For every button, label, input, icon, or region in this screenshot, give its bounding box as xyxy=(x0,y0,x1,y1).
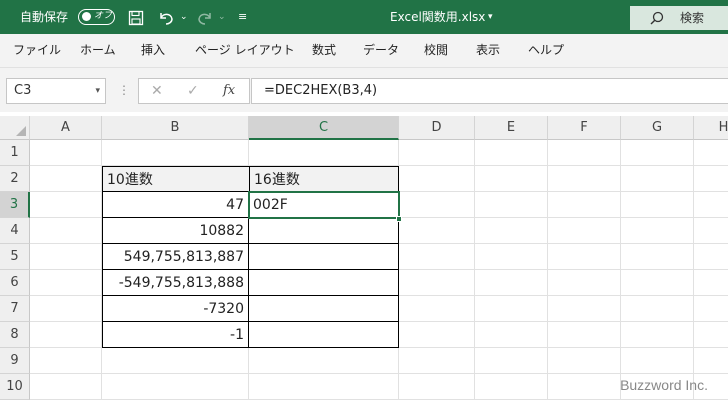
formula-bar-area: C3 ▾ ⋮ ✕ ✓ fx =DEC2HEX(B3,4) xyxy=(0,68,728,112)
formula-input[interactable]: =DEC2HEX(B3,4) xyxy=(251,78,728,104)
column-header-a[interactable]: A xyxy=(30,116,102,140)
file-name: Excel関数用.xlsx xyxy=(390,10,486,24)
name-box[interactable]: C3 ▾ xyxy=(6,78,106,104)
fx-icon[interactable]: fx xyxy=(223,79,235,103)
column-header-d[interactable]: D xyxy=(399,116,475,140)
tab-formulas[interactable]: 数式 xyxy=(312,34,336,66)
tab-insert[interactable]: 挿入 xyxy=(141,34,165,66)
cell-c4[interactable] xyxy=(249,218,399,244)
undo-dropdown-icon[interactable]: ⌄ xyxy=(180,0,188,34)
column-header-b[interactable]: B xyxy=(102,116,249,140)
column-header-g[interactable]: G xyxy=(621,116,694,140)
tab-data[interactable]: データ xyxy=(363,34,399,66)
tab-home[interactable]: ホーム xyxy=(80,34,116,66)
enter-icon[interactable]: ✓ xyxy=(187,79,199,103)
redo-icon[interactable] xyxy=(196,0,214,34)
row-header-2[interactable]: 2 xyxy=(0,166,30,192)
ribbon-tabs: ファイル ホーム 挿入 ページ レイアウト 数式 データ 校閲 表示 ヘルプ xyxy=(0,34,728,68)
cell-b7[interactable]: -7320 xyxy=(102,296,249,322)
customize-icon[interactable]: ≡ xyxy=(238,0,247,34)
column-header-e[interactable]: E xyxy=(475,116,548,140)
formula-text: =DEC2HEX(B3,4) xyxy=(264,83,378,98)
name-box-value: C3 xyxy=(14,83,32,98)
row-header-1[interactable]: 1 xyxy=(0,140,30,166)
save-icon[interactable] xyxy=(128,0,144,34)
redo-dropdown-icon[interactable]: ⌄ xyxy=(218,0,226,34)
cell-b6[interactable]: -549,755,813,888 xyxy=(102,270,249,296)
name-box-dropdown-icon[interactable]: ▾ xyxy=(95,79,100,103)
select-all-corner[interactable] xyxy=(0,116,30,140)
tab-page-layout[interactable]: ページ レイアウト xyxy=(195,34,295,66)
tab-help[interactable]: ヘルプ xyxy=(528,34,564,66)
cell-c2[interactable]: 16進数 xyxy=(249,166,399,192)
cell-b2[interactable]: 10進数 xyxy=(102,166,249,192)
watermark: Buzzword Inc. xyxy=(620,377,708,393)
column-header-c[interactable]: C xyxy=(249,116,399,140)
row-header-8[interactable]: 8 xyxy=(0,322,30,348)
search-box[interactable]: 検索 xyxy=(630,6,728,30)
row-header-3[interactable]: 3 xyxy=(0,192,30,218)
cell-b3[interactable]: 47 xyxy=(102,192,249,218)
cell-c6[interactable] xyxy=(249,270,399,296)
spreadsheet-grid: A B C D E F G H 1 2 3 4 5 6 7 8 9 10 10進… xyxy=(0,116,728,400)
autosave-toggle[interactable]: オフ xyxy=(78,9,115,25)
title-bar: 自動保存 オフ ⌄ ⌄ ≡ Excel関数用.xlsx ▾ 検索 xyxy=(0,0,728,34)
row-header-10[interactable]: 10 xyxy=(0,374,30,400)
search-icon xyxy=(650,10,664,29)
autosave-state: オフ xyxy=(94,11,113,21)
row-header-5[interactable]: 5 xyxy=(0,244,30,270)
cell-b8[interactable]: -1 xyxy=(102,322,249,348)
cell-c7[interactable] xyxy=(249,296,399,322)
column-header-h[interactable]: H xyxy=(694,116,728,140)
filename-dropdown-icon[interactable]: ▾ xyxy=(488,0,493,34)
toggle-knob xyxy=(82,12,91,21)
column-header-f[interactable]: F xyxy=(548,116,621,140)
undo-icon[interactable] xyxy=(157,0,175,34)
tab-file[interactable]: ファイル xyxy=(13,34,61,66)
cell-c5[interactable] xyxy=(249,244,399,270)
cell-b4[interactable]: 10882 xyxy=(102,218,249,244)
cancel-icon[interactable]: ✕ xyxy=(151,79,163,103)
active-cell-border xyxy=(248,191,400,219)
cell-b5[interactable]: 549,755,813,887 xyxy=(102,244,249,270)
row-header-6[interactable]: 6 xyxy=(0,270,30,296)
more-options-icon[interactable]: ⋮ xyxy=(118,78,130,102)
row-header-7[interactable]: 7 xyxy=(0,296,30,322)
fill-handle[interactable] xyxy=(396,216,402,222)
tab-view[interactable]: 表示 xyxy=(476,34,500,66)
formula-buttons: ✕ ✓ fx xyxy=(138,78,250,104)
row-header-9[interactable]: 9 xyxy=(0,348,30,374)
tab-review[interactable]: 校閲 xyxy=(424,34,448,66)
search-label: 検索 xyxy=(680,11,705,25)
cell-c8[interactable] xyxy=(249,322,399,348)
row-header-4[interactable]: 4 xyxy=(0,218,30,244)
autosave-label: 自動保存 xyxy=(20,10,69,24)
